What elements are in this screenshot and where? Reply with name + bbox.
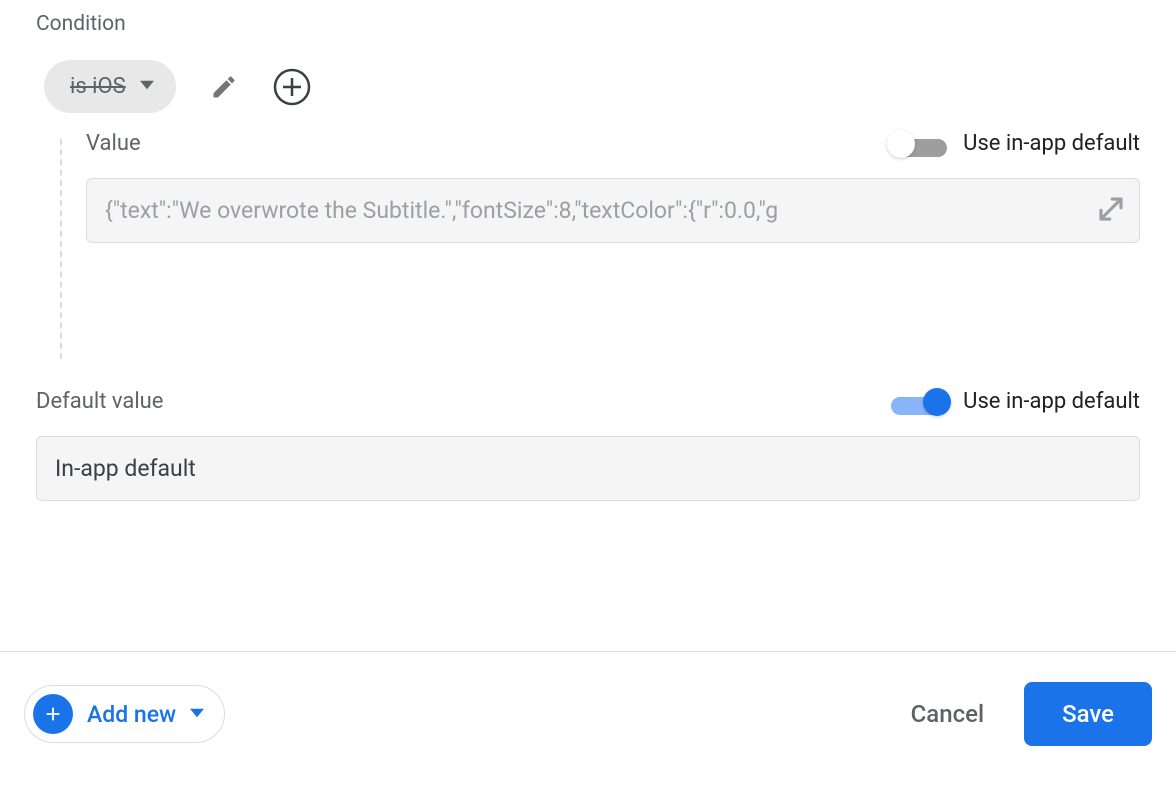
value-toggle-label: Use in-app default (963, 131, 1140, 156)
add-new-button[interactable]: Add new (24, 685, 225, 743)
save-button[interactable]: Save (1024, 682, 1152, 746)
condition-chip[interactable]: is iOS (44, 60, 176, 113)
dropdown-icon (190, 705, 204, 724)
value-input[interactable] (86, 178, 1140, 243)
expand-icon[interactable] (1096, 194, 1126, 228)
add-new-label: Add new (87, 701, 176, 728)
condition-chip-label: is iOS (70, 74, 126, 99)
value-use-default-toggle[interactable] (891, 135, 947, 153)
edit-icon[interactable] (204, 67, 244, 107)
condition-section-label: Condition (36, 0, 1140, 36)
plus-icon (33, 694, 73, 734)
default-toggle-label: Use in-app default (963, 389, 1140, 414)
value-label: Value (86, 131, 141, 156)
branch-line (36, 131, 86, 359)
dropdown-icon (140, 77, 154, 96)
default-use-default-toggle[interactable] (891, 393, 947, 411)
default-value-label: Default value (36, 389, 163, 414)
add-circle-icon[interactable] (272, 67, 312, 107)
default-value-input[interactable] (36, 436, 1140, 501)
cancel-button[interactable]: Cancel (911, 700, 984, 728)
